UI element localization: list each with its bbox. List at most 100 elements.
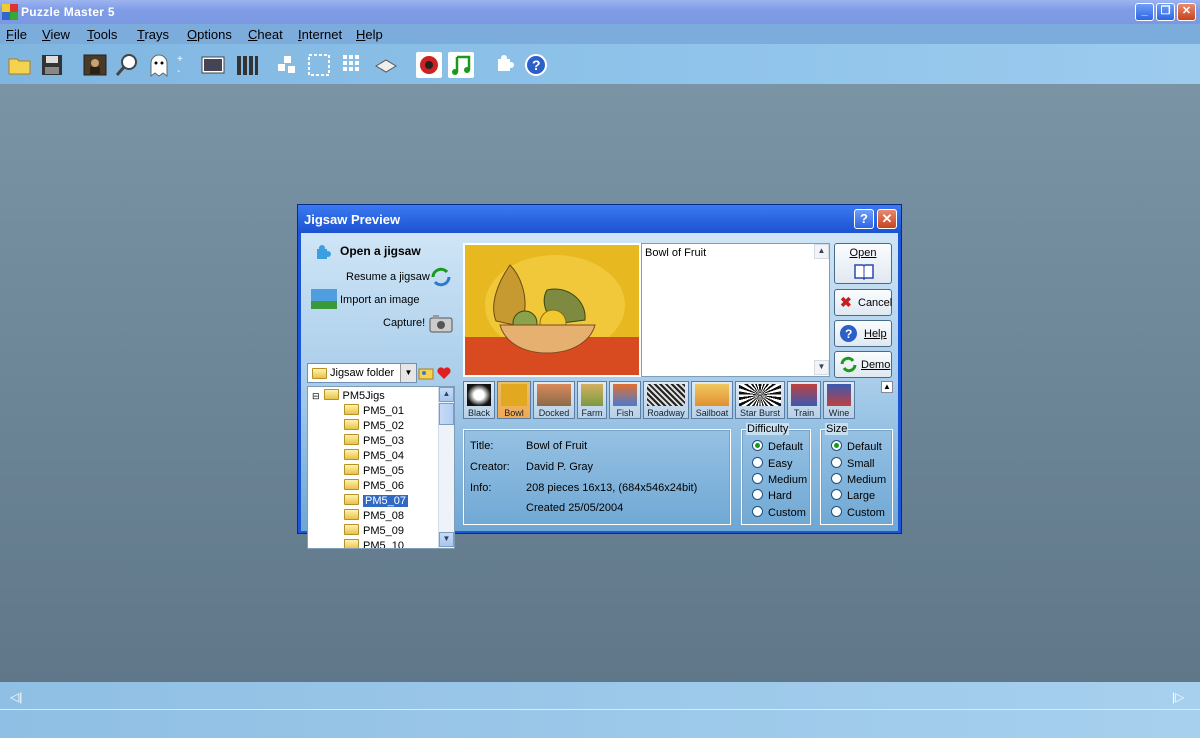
tree-item[interactable]: PM5_06 (344, 479, 404, 494)
menu-options[interactable]: Options (187, 27, 232, 42)
scroll-up-button[interactable]: ▲ (439, 387, 454, 402)
thumbnail-black[interactable]: Black (463, 381, 495, 419)
rows-icon[interactable] (234, 52, 260, 78)
collapse-icon[interactable]: ⊟ (312, 391, 320, 401)
grid-icon[interactable] (340, 52, 366, 78)
difficulty-easy-radio[interactable]: Easy (752, 457, 792, 470)
tray-icon[interactable] (373, 52, 399, 78)
description-box[interactable]: Bowl of Fruit ▲ ▼ (641, 243, 830, 377)
difficulty-default-radio[interactable]: Default (752, 440, 803, 453)
help-button[interactable]: ? Help (834, 320, 892, 347)
app-title: Puzzle Master 5 (21, 5, 115, 19)
thumbnail-roadway[interactable]: Roadway (643, 381, 689, 419)
speaker-icon[interactable] (416, 52, 442, 78)
tree-item[interactable]: PM5_10 (344, 539, 404, 548)
favorite-heart-icon[interactable] (436, 365, 452, 381)
tree-scrollbar[interactable]: ▲ ▼ (438, 387, 454, 548)
menu-cheat[interactable]: Cheat (248, 27, 283, 42)
thumbnail-sailboat[interactable]: Sailboat (691, 381, 733, 419)
demo-button[interactable]: Demo (834, 351, 892, 378)
svg-text:?: ? (845, 327, 852, 341)
scroll-left-button[interactable]: ◁| (10, 690, 22, 704)
resume-jigsaw-link[interactable]: Resume a jigsaw (346, 265, 456, 289)
menu-file[interactable]: File (6, 27, 27, 42)
difficulty-hard-radio[interactable]: Hard (752, 489, 792, 502)
scroll-down-button[interactable]: ▼ (439, 532, 454, 547)
open-folder-icon[interactable] (7, 52, 33, 78)
tree-item[interactable]: PM5_09 (344, 524, 404, 539)
menu-internet[interactable]: Internet (298, 27, 342, 42)
scroll-down-button[interactable]: ▼ (814, 360, 829, 375)
music-note-icon[interactable] (448, 52, 474, 78)
scroll-up-button[interactable]: ▲ (814, 244, 829, 259)
difficulty-custom-radio[interactable]: Custom (752, 506, 806, 519)
dialog-close-button[interactable]: ✕ (877, 209, 897, 229)
landscape-icon[interactable] (200, 52, 226, 78)
info-creator-label: Creator: (470, 461, 510, 473)
folder-select[interactable]: Jigsaw folder ▼ (307, 363, 417, 383)
size-default-radio[interactable]: Default (831, 440, 882, 453)
menu-help[interactable]: Help (356, 27, 383, 42)
folder-tree[interactable]: ⊟ PM5Jigs PM5_01 PM5_02 PM5_03 PM5_04 PM5… (307, 386, 455, 549)
tree-item-selected[interactable]: PM5_07 (344, 494, 408, 509)
mona-lisa-image-icon[interactable] (82, 52, 108, 78)
folder-icon (344, 449, 359, 460)
svg-text:-: - (177, 66, 180, 77)
dialog-help-button[interactable]: ? (854, 209, 874, 229)
svg-text:+: + (177, 54, 183, 65)
zoom-icon[interactable] (114, 52, 140, 78)
scroll-right-button[interactable]: |▷ (1172, 690, 1184, 704)
help-icon[interactable]: ? (523, 52, 549, 78)
tree-item[interactable]: PM5_03 (344, 434, 404, 449)
folder-icon (344, 479, 359, 490)
difficulty-medium-radio[interactable]: Medium (752, 473, 807, 486)
jigsaw-info-panel: Title: Bowl of Fruit Creator: David P. G… (463, 429, 731, 525)
dialog-title: Jigsaw Preview (304, 212, 401, 227)
select-edges-icon[interactable] (306, 52, 332, 78)
jigsaw-preview-image (463, 243, 641, 377)
scroll-thumb[interactable] (439, 403, 454, 425)
tree-item[interactable]: PM5_01 (344, 404, 404, 419)
menu-tools[interactable]: Tools (87, 27, 117, 42)
tree-item[interactable]: PM5_08 (344, 509, 404, 524)
app-title-bar: Puzzle Master 5 _ ❐ ✕ (0, 0, 1200, 24)
size-custom-radio[interactable]: Custom (831, 506, 885, 519)
tree-item[interactable]: PM5_02 (344, 419, 404, 434)
tree-item[interactable]: PM5_05 (344, 464, 404, 479)
chevron-down-icon[interactable]: ▼ (400, 364, 416, 382)
menu-trays[interactable]: Trays (137, 27, 169, 42)
size-medium-radio[interactable]: Medium (831, 473, 886, 486)
size-small-radio[interactable]: Small (831, 457, 875, 470)
puzzle-piece-icon[interactable] (492, 52, 518, 78)
close-button[interactable]: ✕ (1177, 3, 1196, 21)
size-large-radio[interactable]: Large (831, 489, 875, 502)
import-image-link[interactable]: Import an image (311, 289, 451, 311)
thumbnail-star-burst[interactable]: Star Burst (735, 381, 785, 419)
thumbnail-wine[interactable]: Wine (823, 381, 855, 419)
tree-root[interactable]: ⊟ PM5Jigs (312, 389, 385, 404)
thumbnail-fish[interactable]: Fish (609, 381, 641, 419)
thumbnail-bowl[interactable]: Bowl (497, 381, 531, 419)
ghost-icon[interactable] (146, 52, 172, 78)
radio-icon (831, 506, 842, 517)
dots-icon[interactable]: + - (174, 52, 186, 78)
cancel-button[interactable]: ✖ Cancel (834, 289, 892, 316)
thumbnail-docked[interactable]: Docked (533, 381, 575, 419)
tray-strip[interactable]: ◁| |▷ (0, 682, 1200, 710)
description-scrollbar[interactable]: ▲ ▼ (814, 244, 829, 376)
save-disk-icon[interactable] (39, 52, 65, 78)
thumbnail-train[interactable]: Train (787, 381, 821, 419)
open-button[interactable]: Open (834, 243, 892, 284)
minimize-button[interactable]: _ (1135, 3, 1154, 21)
menu-view[interactable]: View (42, 27, 70, 42)
thumbnail-farm[interactable]: Farm (577, 381, 607, 419)
scatter-pieces-icon[interactable] (274, 52, 300, 78)
browse-folder-icon[interactable] (418, 365, 434, 381)
folder-icon (344, 419, 359, 430)
restore-button[interactable]: ❐ (1156, 3, 1175, 21)
menu-bar: File View Tools Trays Options Cheat Inte… (0, 24, 1200, 44)
tree-item[interactable]: PM5_04 (344, 449, 404, 464)
open-book-icon (854, 264, 874, 280)
folder-icon (312, 368, 327, 379)
capture-link[interactable]: Capture! (383, 313, 453, 335)
